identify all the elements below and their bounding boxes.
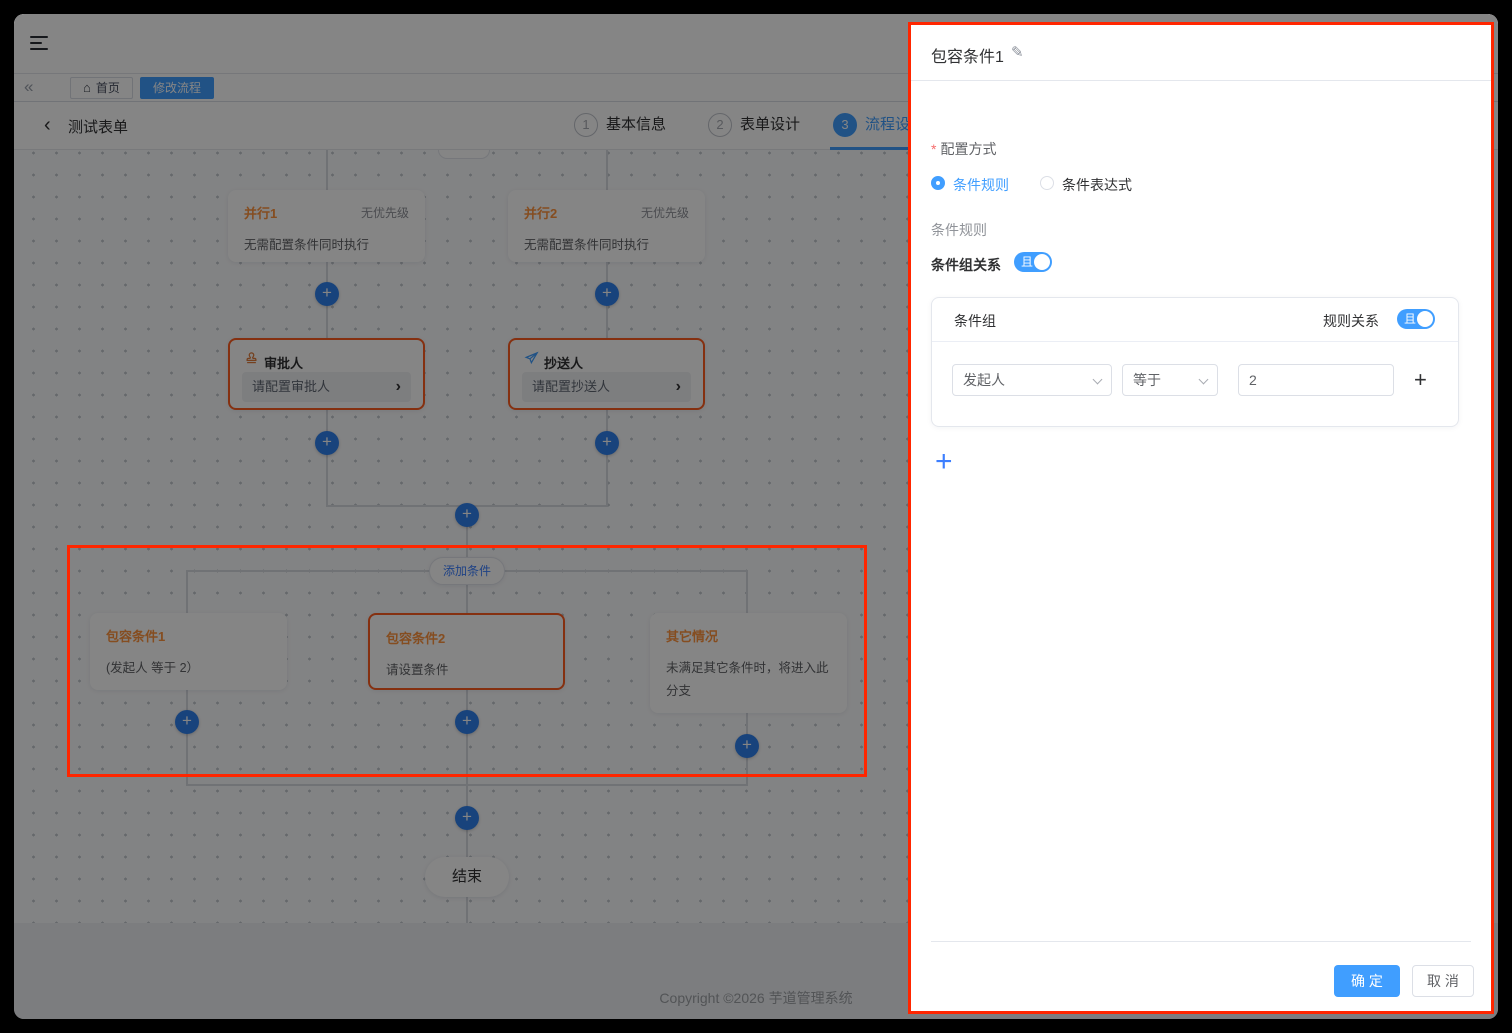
- switch-knob: [1034, 254, 1050, 270]
- operator-select[interactable]: 等于: [1122, 364, 1218, 396]
- switch-and-label: 且: [1021, 255, 1033, 269]
- group-relation-switch[interactable]: 且: [1014, 252, 1052, 272]
- annotation-highlight-condition-branch: [67, 545, 867, 777]
- required-asterisk: *: [931, 141, 936, 157]
- operator-select-value: 等于: [1133, 372, 1161, 388]
- radio-condition-expression[interactable]: [1040, 176, 1054, 190]
- chevron-down-icon: [1199, 375, 1209, 385]
- switch-knob: [1417, 311, 1433, 327]
- condition-group-title: 条件组: [954, 311, 996, 331]
- drawer-title: 包容条件1: [931, 43, 1004, 67]
- drawer-header: 包容条件1 ✎: [911, 25, 1491, 81]
- radio-condition-rule[interactable]: [931, 176, 945, 190]
- group-relation-label: 条件组关系: [931, 255, 1001, 275]
- drawer-footer-divider: [931, 941, 1471, 942]
- config-method-label: *配置方式: [931, 139, 996, 159]
- app-window: « ⌂首页 修改流程 ‹ 测试表单 1基本信息 2表单设计 3流程设计: [14, 14, 1498, 1019]
- condition-rule-section-label: 条件规则: [931, 220, 987, 240]
- radio-condition-expression-label[interactable]: 条件表达式: [1062, 175, 1132, 195]
- condition-group-card: 条件组 规则关系 且 发起人 等于 +: [931, 297, 1459, 427]
- condition-value-input[interactable]: [1238, 364, 1394, 396]
- condition-config-drawer: 包容条件1 ✎ *配置方式 条件规则 条件表达式 条件规则 条件组关系 且 条件…: [908, 22, 1494, 1014]
- chevron-down-icon: [1093, 375, 1103, 385]
- condition-group-header: 条件组 规则关系 且: [932, 298, 1458, 342]
- edit-pencil-icon[interactable]: ✎: [1011, 43, 1024, 61]
- rule-relation-label: 规则关系: [1323, 311, 1379, 331]
- switch-and-label: 且: [1404, 312, 1416, 326]
- field-select-value: 发起人: [963, 372, 1005, 388]
- confirm-button[interactable]: 确 定: [1334, 965, 1400, 997]
- rule-relation-switch[interactable]: 且: [1397, 309, 1435, 329]
- field-select[interactable]: 发起人: [952, 364, 1112, 396]
- add-rule-button[interactable]: +: [1414, 370, 1427, 390]
- radio-condition-rule-label[interactable]: 条件规则: [953, 175, 1009, 195]
- cancel-button[interactable]: 取 消: [1412, 965, 1474, 997]
- add-condition-group-button[interactable]: +: [935, 449, 953, 475]
